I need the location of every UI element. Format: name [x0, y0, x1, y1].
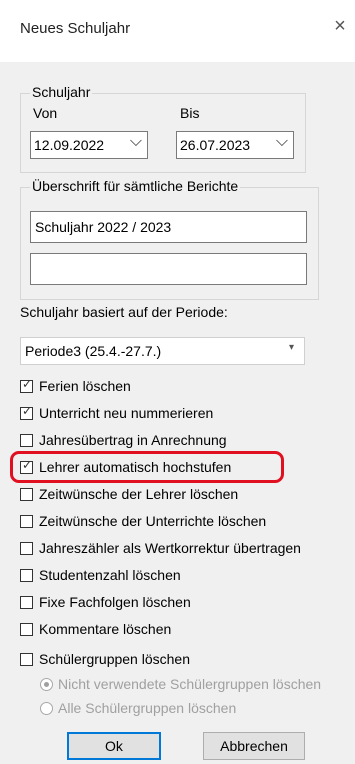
checkbox-checked-icon[interactable]: ✓: [20, 377, 33, 393]
checkbox-empty-icon[interactable]: [20, 569, 33, 582]
von-label: Von: [33, 105, 58, 121]
dropdown-arrow-icon[interactable]: ▾: [289, 342, 294, 353]
option-label: Studentenzahl löschen: [39, 567, 181, 583]
checkbox-empty-icon[interactable]: [20, 515, 33, 528]
ueberschrift-line1-input[interactable]: Schuljahr 2022 / 2023: [30, 211, 307, 243]
ueberschrift-line1-value: Schuljahr 2022 / 2023: [35, 219, 172, 235]
option-label: Jahresübertrag in Anrechnung: [39, 432, 227, 448]
checkbox-checked-icon[interactable]: ✓: [20, 458, 33, 474]
periode-value: Periode3 (25.4.-27.7.): [25, 343, 162, 359]
ok-button[interactable]: Ok: [67, 732, 161, 760]
chevron-down-icon[interactable]: ⌵: [130, 133, 142, 151]
option-label: Lehrer automatisch hochstufen: [39, 459, 232, 475]
radio-dot-icon: [44, 682, 49, 687]
checkbox-checked-icon[interactable]: ✓: [20, 404, 33, 420]
checkbox-empty-icon[interactable]: [20, 542, 33, 555]
checkmark-icon: ✓: [22, 377, 33, 391]
bis-label: Bis: [180, 105, 200, 121]
cancel-button[interactable]: Abbrechen: [203, 732, 305, 760]
checkmark-icon: ✓: [22, 404, 33, 418]
window-title: Neues Schuljahr: [20, 20, 131, 37]
title-bar: Neues Schuljahr ×: [0, 0, 355, 62]
option-label: Fixe Fachfolgen löschen: [39, 594, 191, 610]
checkbox-empty-icon[interactable]: [20, 596, 33, 609]
checkbox-empty-icon[interactable]: [20, 488, 33, 501]
von-date-value: 12.09.2022: [34, 137, 105, 153]
chevron-down-icon[interactable]: ⌵: [276, 133, 288, 151]
bis-date-value: 26.07.2023: [180, 137, 251, 153]
option-label: Zeitwünsche der Unterrichte löschen: [39, 513, 267, 529]
radio-empty-icon[interactable]: [40, 702, 53, 715]
option-label: Kommentare löschen: [39, 621, 172, 637]
radio-label: Alle Schülergruppen löschen: [58, 700, 237, 716]
option-label: Schülergruppen löschen: [39, 651, 190, 667]
radio-selected-icon[interactable]: [40, 678, 53, 691]
radio-label: Nicht verwendete Schülergruppen löschen: [58, 676, 322, 692]
close-icon[interactable]: ×: [328, 14, 352, 38]
periode-dropdown[interactable]: Periode3 (25.4.-27.7.) ▾: [20, 337, 305, 365]
checkbox-empty-icon[interactable]: [20, 623, 33, 636]
checkmark-icon: ✓: [22, 458, 33, 472]
periode-label: Schuljahr basiert auf der Periode:: [20, 304, 228, 320]
checkbox-empty-icon[interactable]: [20, 434, 33, 447]
checkbox-empty-icon[interactable]: [20, 653, 33, 666]
von-date-picker[interactable]: 12.09.2022 ⌵: [30, 131, 148, 159]
option-label: Jahreszähler als Wertkorrektur übertrage…: [39, 540, 301, 556]
ueberschrift-line2-input[interactable]: [30, 253, 307, 285]
option-label: Zeitwünsche der Lehrer löschen: [39, 486, 239, 502]
schuljahr-legend: Schuljahr: [30, 84, 93, 100]
ueberschrift-legend: Überschrift für sämtliche Berichte: [30, 178, 241, 194]
option-label: Unterricht neu nummerieren: [39, 405, 214, 421]
option-label: Ferien löschen: [39, 378, 131, 394]
bis-date-picker[interactable]: 26.07.2023 ⌵: [176, 131, 294, 159]
